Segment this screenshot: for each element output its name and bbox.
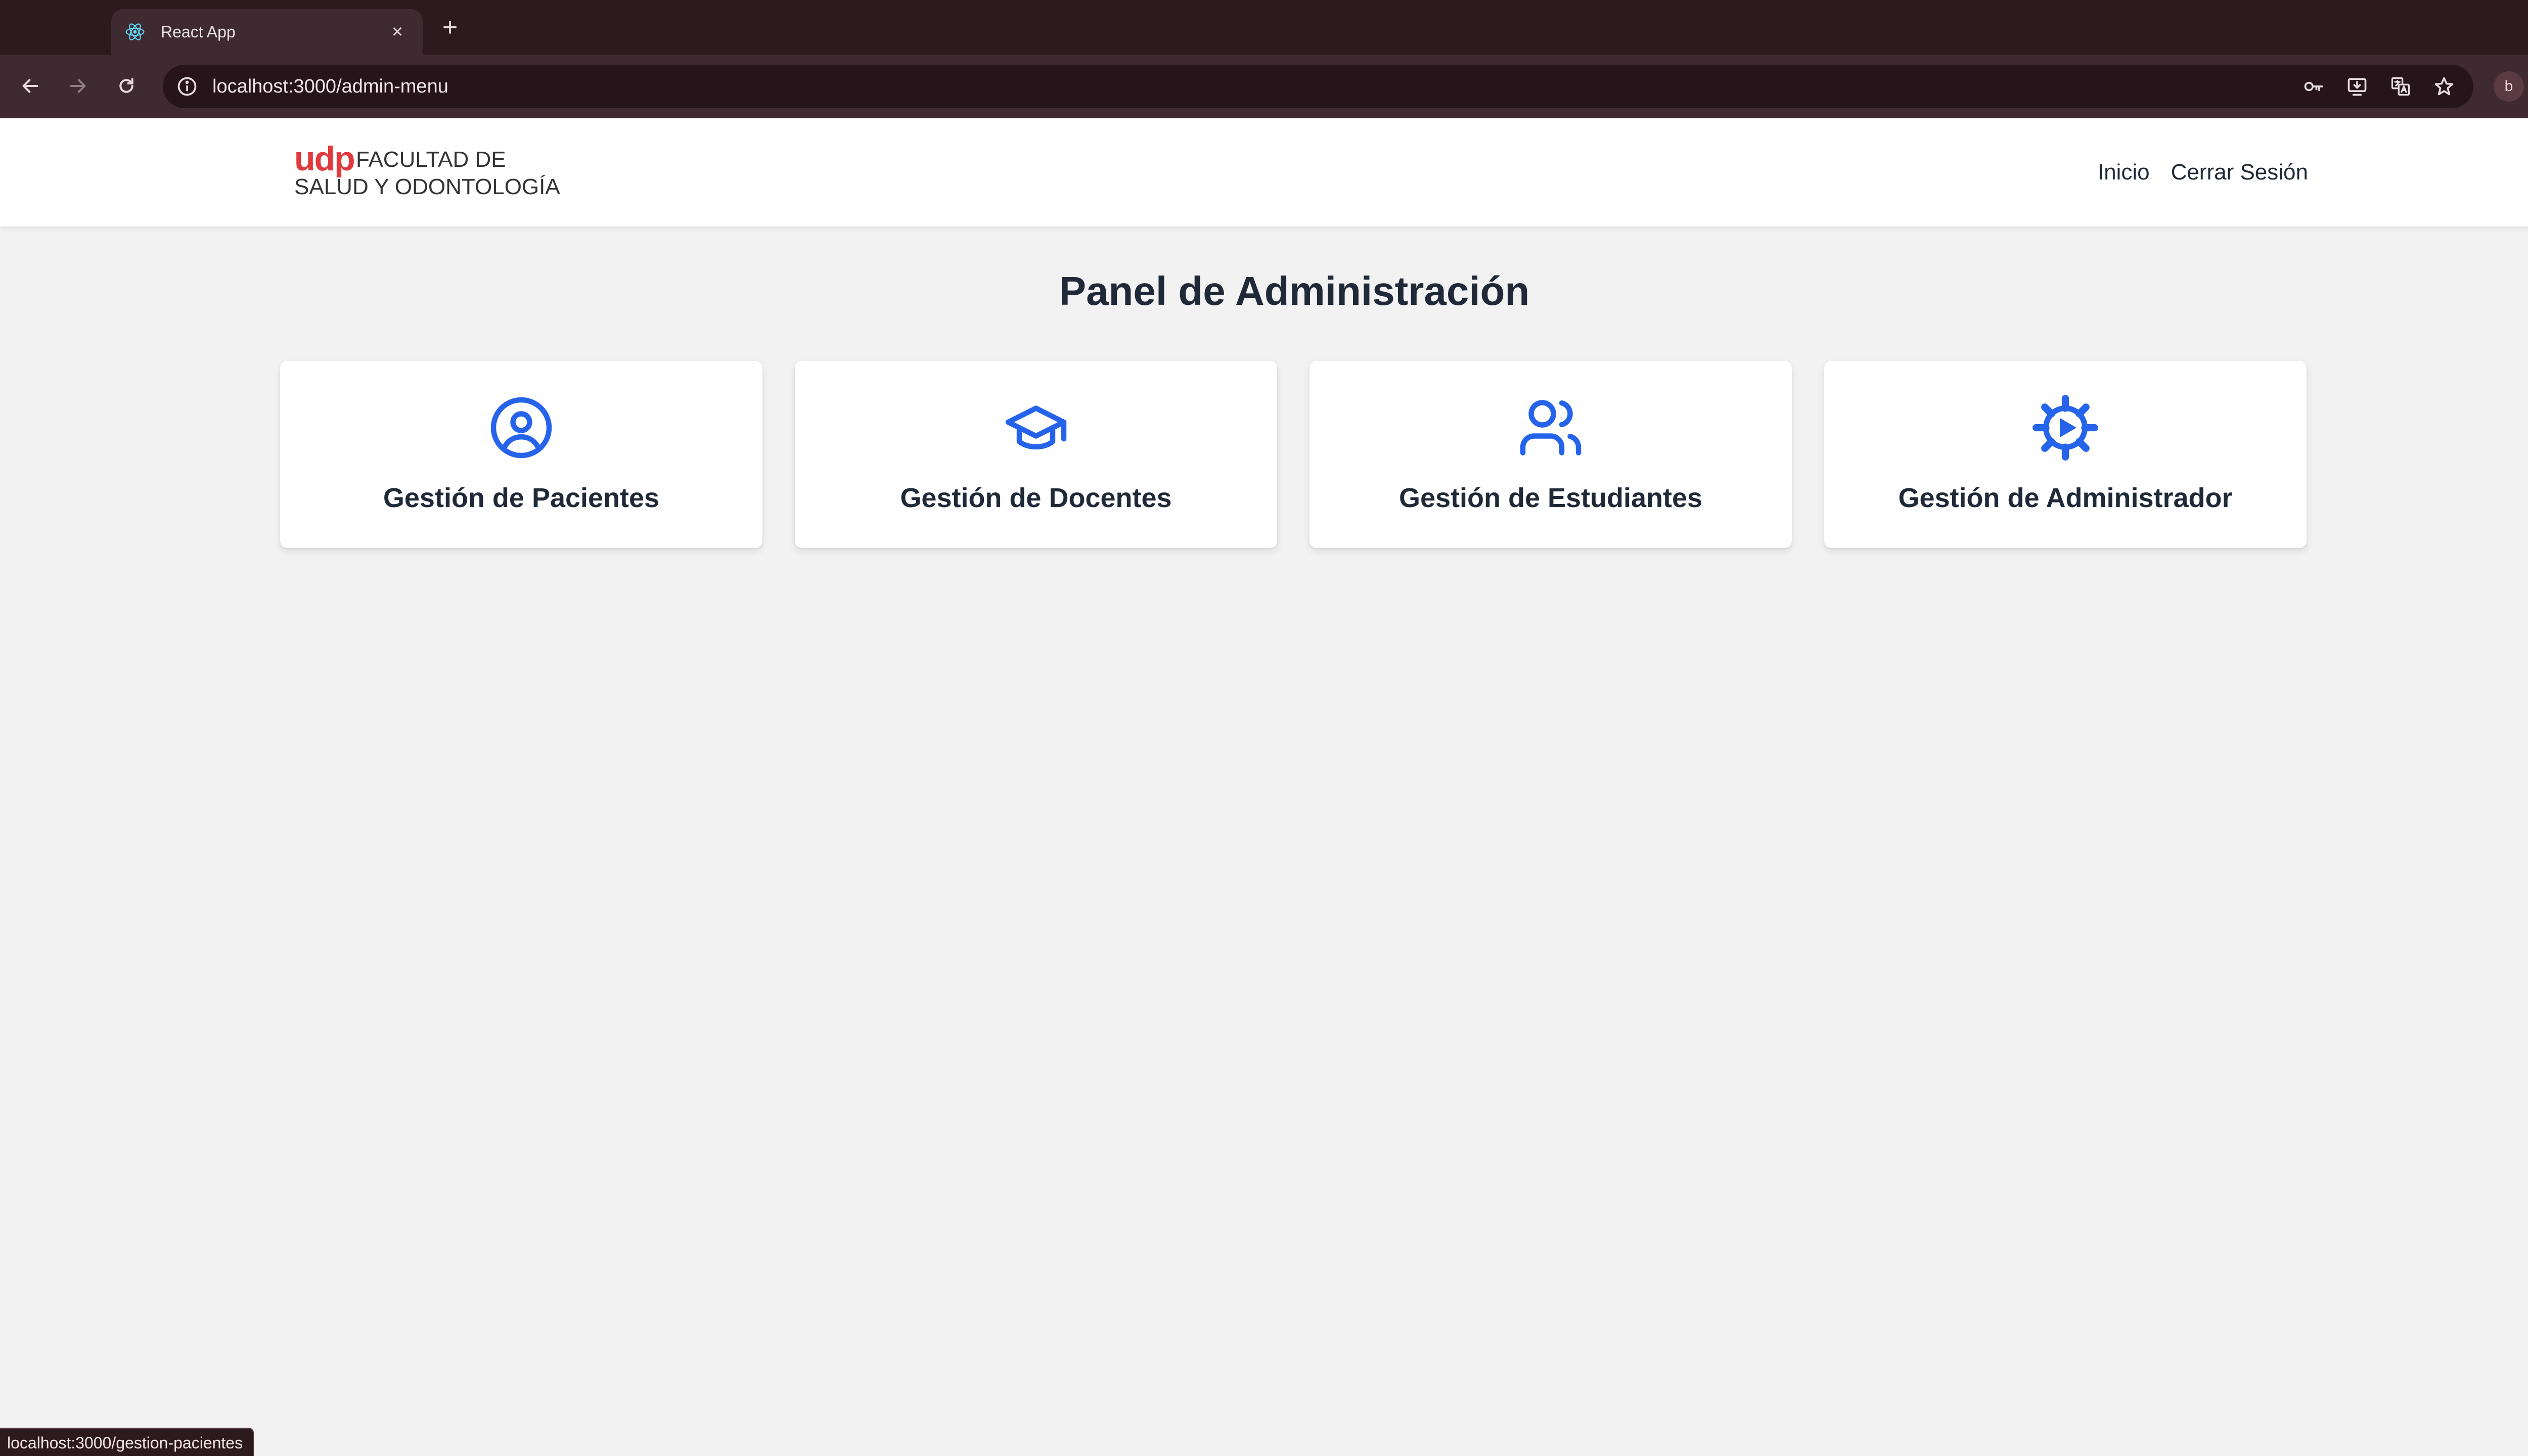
key-icon[interactable] xyxy=(2297,70,2330,103)
users-icon xyxy=(1520,400,1582,456)
logo-line2: SALUD Y ODONTOLOGÍA xyxy=(294,174,560,199)
translate-icon[interactable] xyxy=(2384,70,2417,103)
new-tab-button[interactable]: + xyxy=(436,13,464,41)
logo-brand: udp xyxy=(294,140,355,178)
arrow-left-icon xyxy=(22,79,38,93)
app-header: udp FACULTAD DE SALUD Y ODONTOLOGÍA Inic… xyxy=(0,118,2528,226)
card-label: Gestión de Pacientes xyxy=(383,483,660,513)
card-label: Gestión de Docentes xyxy=(900,483,1172,513)
address-bar-actions xyxy=(2286,70,2460,103)
tab-strip: React App × + xyxy=(0,0,2528,55)
tab-title: React App xyxy=(161,22,236,41)
card-label: Gestión de Administrador xyxy=(1898,483,2233,513)
header-nav: Inicio Cerrar Sesión xyxy=(2076,118,2308,226)
card-gestion-docentes[interactable]: Gestión de Docentes xyxy=(795,361,1277,548)
udp-logo[interactable]: udp FACULTAD DE SALUD Y ODONTOLOGÍA xyxy=(293,142,576,207)
forward-button[interactable] xyxy=(62,70,94,102)
browser-tab[interactable]: React App × xyxy=(111,9,423,55)
card-gestion-administrador[interactable]: Gestión de Administrador xyxy=(1824,361,2307,548)
card-label: Gestión de Estudiantes xyxy=(1398,483,1703,513)
page-title: Panel de Administración xyxy=(1059,268,1530,313)
reload-button[interactable] xyxy=(110,70,143,102)
browser-toolbar: localhost:3000/admin-menu b xyxy=(0,55,2528,118)
gear-icon xyxy=(2033,395,2098,461)
reload-icon xyxy=(119,78,133,93)
graduation-cap-icon xyxy=(1005,405,1067,449)
logo-line1: FACULTAD DE xyxy=(356,147,506,172)
browser-window: React App × + localhost:3000/admin-menu … xyxy=(0,0,2528,1456)
back-button[interactable] xyxy=(14,70,47,102)
address-bar[interactable]: localhost:3000/admin-menu xyxy=(163,65,2473,108)
install-app-icon[interactable] xyxy=(2341,70,2373,103)
user-circle-icon xyxy=(490,397,552,459)
nav-link-cerrar-sesion[interactable]: Cerrar Sesión xyxy=(2171,160,2308,185)
profile-avatar[interactable]: b xyxy=(2494,71,2524,102)
close-icon[interactable]: × xyxy=(385,20,410,44)
arrow-right-icon xyxy=(70,79,86,93)
nav-link-inicio[interactable]: Inicio xyxy=(2098,160,2150,185)
info-icon[interactable] xyxy=(176,75,198,98)
react-icon xyxy=(124,21,146,42)
card-gestion-estudiantes[interactable]: Gestión de Estudiantes xyxy=(1310,361,1792,548)
star-icon[interactable] xyxy=(2428,70,2460,103)
link-status-bubble: localhost:3000/gestion-pacientes xyxy=(0,1428,254,1456)
url-text[interactable]: localhost:3000/admin-menu xyxy=(212,76,2286,98)
card-gestion-pacientes[interactable]: Gestión de Pacientes xyxy=(280,361,762,548)
